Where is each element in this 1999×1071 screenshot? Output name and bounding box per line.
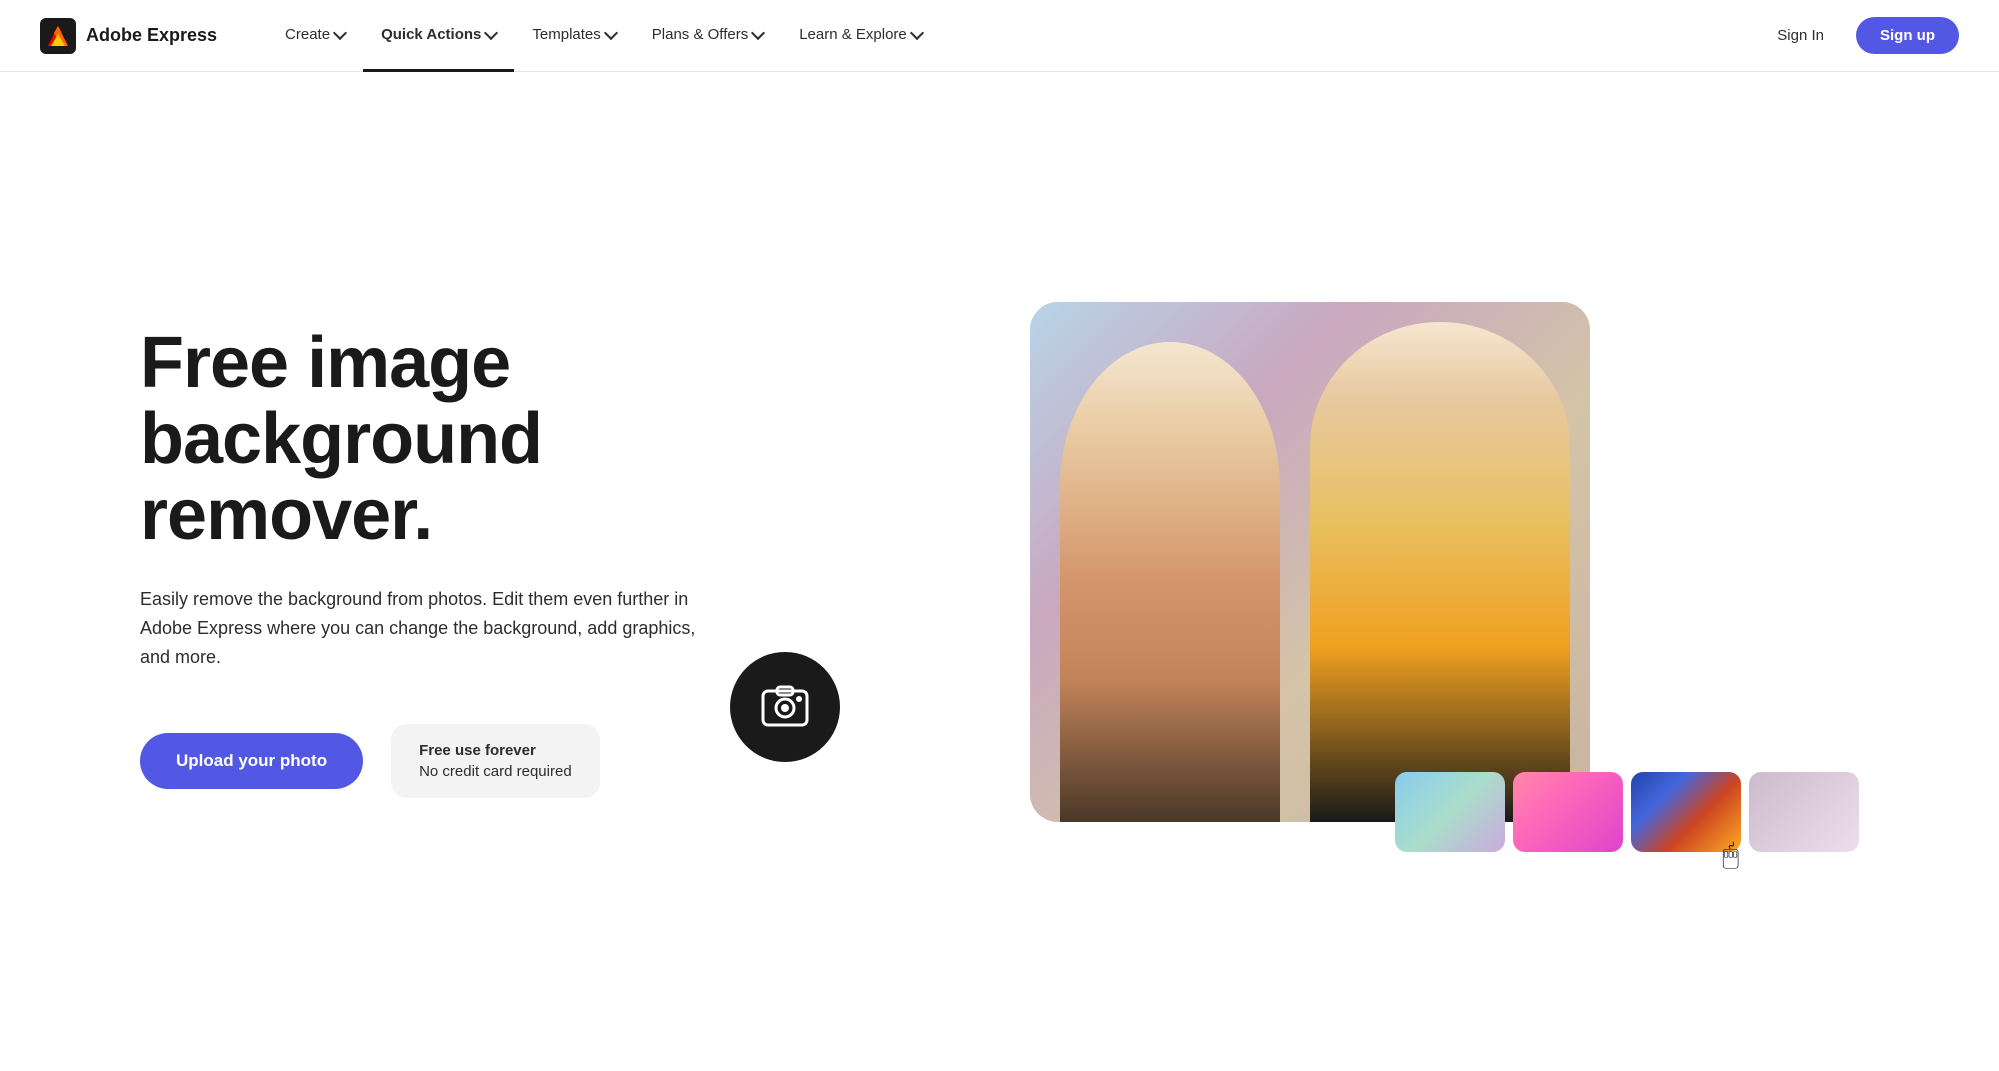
navbar: Adobe Express Create Quick Actions Templ… — [0, 0, 1999, 72]
chevron-down-icon — [751, 25, 765, 39]
chevron-down-icon — [333, 25, 347, 39]
background-thumb-teal[interactable] — [1395, 772, 1505, 852]
nav-item-quick-actions[interactable]: Quick Actions — [363, 0, 514, 72]
cta-area: Upload your photo Free use forever No cr… — [140, 724, 700, 798]
background-thumb-silver[interactable] — [1749, 772, 1859, 852]
person-right — [1310, 322, 1570, 822]
nav-links: Create Quick Actions Templates Plans & O… — [267, 0, 1761, 72]
background-thumb-pink[interactable] — [1513, 772, 1623, 852]
free-badge-line2: No credit card required — [419, 763, 572, 780]
left-section: Free image background remover. Easily re… — [140, 326, 760, 797]
nav-auth: Sign In Sign up — [1761, 17, 1959, 54]
right-section: 🖱 — [760, 302, 1859, 822]
sign-in-button[interactable]: Sign In — [1761, 19, 1840, 52]
hero-subtitle: Easily remove the background from photos… — [140, 585, 700, 671]
upload-photo-button[interactable]: Upload your photo — [140, 733, 363, 789]
hero-title: Free image background remover. — [140, 326, 700, 553]
nav-item-templates[interactable]: Templates — [514, 0, 633, 72]
chevron-down-icon — [604, 25, 618, 39]
chevron-down-icon — [910, 25, 924, 39]
chevron-down-icon — [484, 25, 498, 39]
sign-up-button[interactable]: Sign up — [1856, 17, 1959, 54]
main-content: Free image background remover. Easily re… — [0, 72, 1999, 972]
nav-item-plans-offers[interactable]: Plans & Offers — [634, 0, 781, 72]
hero-image — [1030, 302, 1590, 822]
adobe-logo-icon — [40, 18, 76, 54]
free-badge: Free use forever No credit card required — [391, 724, 600, 798]
person-left — [1060, 342, 1280, 822]
brand-name: Adobe Express — [86, 25, 217, 46]
background-thumbnails: 🖱 — [1395, 772, 1859, 852]
photo-icon — [759, 681, 811, 733]
logo[interactable]: Adobe Express — [40, 18, 217, 54]
free-badge-line1: Free use forever — [419, 742, 572, 759]
photo-upload-icon-circle[interactable] — [730, 652, 840, 762]
nav-item-create[interactable]: Create — [267, 0, 363, 72]
cursor-icon: 🖱 — [1722, 839, 1739, 872]
nav-item-learn-explore[interactable]: Learn & Explore — [781, 0, 940, 72]
